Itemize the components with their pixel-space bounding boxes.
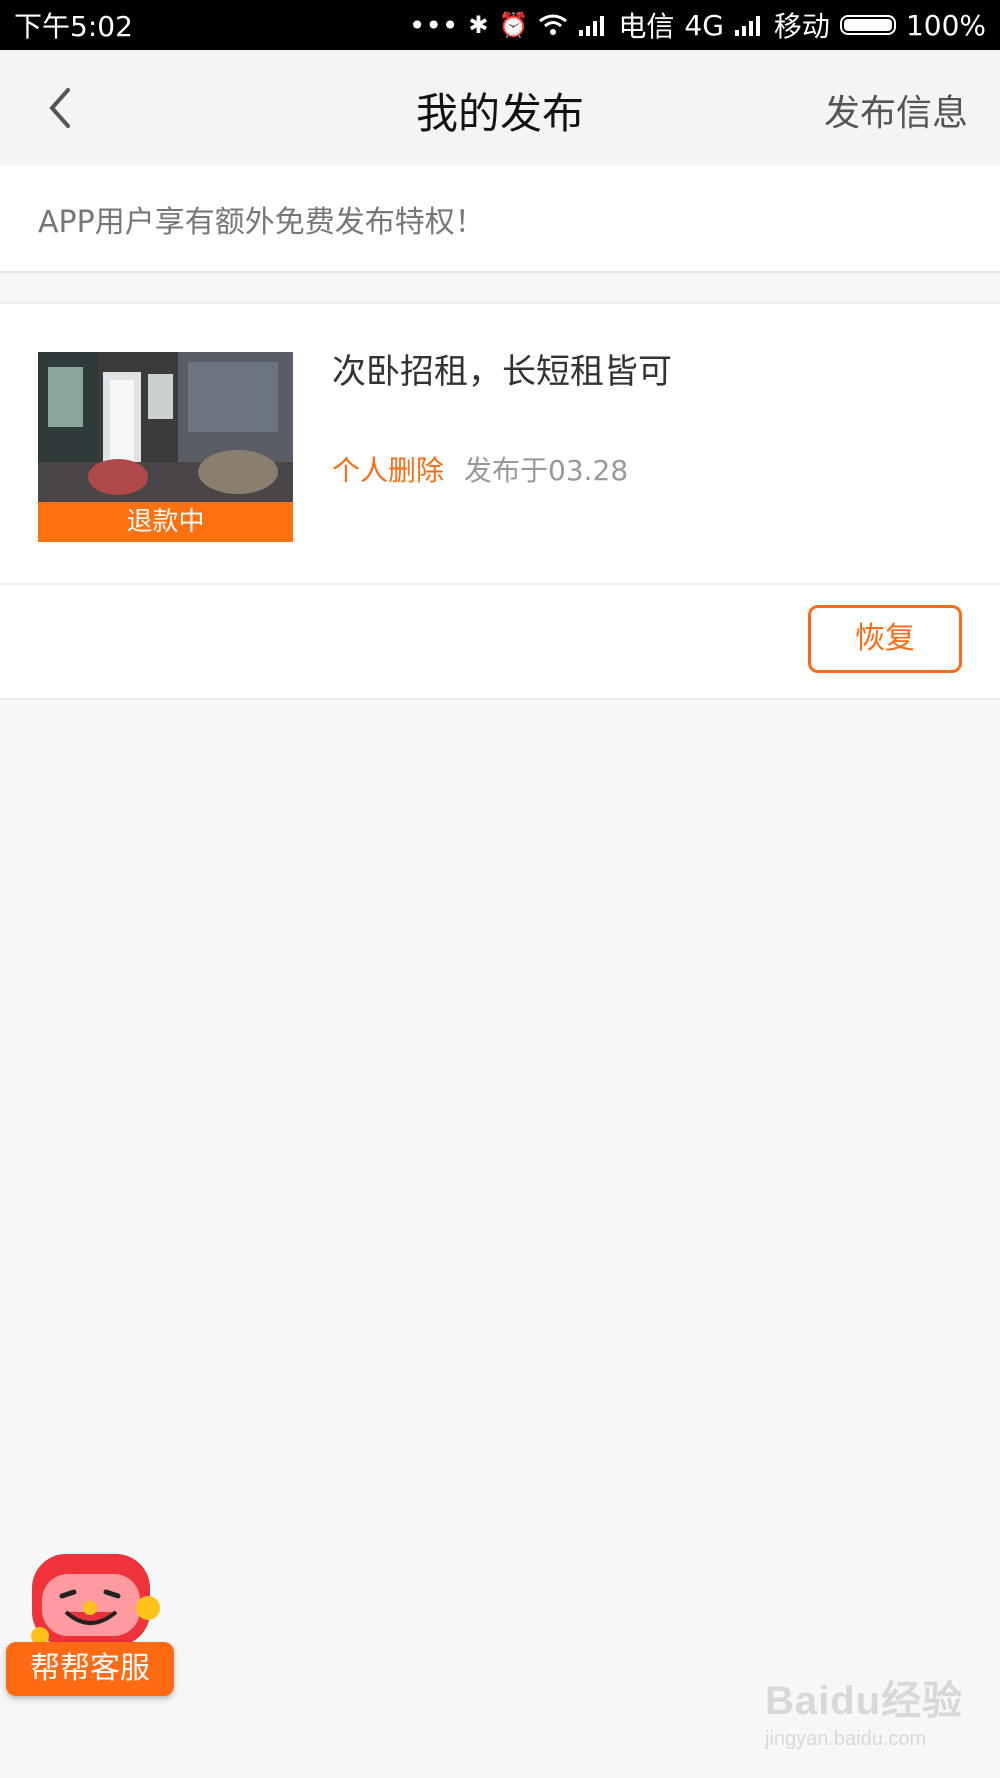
baidu-watermark: Baidu经验 jingyan.baidu.com: [765, 1668, 963, 1751]
listing-card[interactable]: 退款中 次卧招租，长短租皆可 个人删除 发布于03.28: [0, 302, 1000, 585]
battery-icon: [839, 15, 896, 35]
mascot-icon: [31, 1554, 160, 1646]
status-time: 下午5:02: [14, 10, 133, 43]
alarm-icon: ⏰: [498, 11, 529, 39]
listing-thumbnail[interactable]: 退款中: [38, 352, 293, 542]
carrier-1: 电信: [618, 10, 675, 43]
listing-actions: 恢复: [0, 585, 1000, 700]
network-type: 4G: [684, 8, 724, 42]
notice-text: APP用户享有额外免费发布特权！: [38, 205, 485, 240]
listing-status: 个人删除: [332, 454, 445, 487]
listing-date: 发布于03.28: [464, 454, 629, 487]
status-bar: 下午5:02 ••• ✱ ⏰ 电信 4G 移动 100%: [0, 0, 1000, 50]
watermark-main: Baidu经验: [765, 1679, 964, 1723]
status-dots: •••: [408, 8, 459, 42]
battery-level: 100%: [905, 8, 986, 42]
wifi-icon: [539, 14, 568, 35]
customer-service-button[interactable]: 帮帮客服: [6, 1642, 174, 1696]
carrier-2: 移动: [773, 10, 830, 43]
restore-button[interactable]: 恢复: [808, 605, 962, 673]
customer-service-widget[interactable]: 帮帮客服: [6, 1550, 176, 1700]
notice-banner: APP用户享有额外免费发布特权！: [0, 165, 1000, 273]
signal-icon: [579, 16, 605, 36]
publish-info-button[interactable]: 发布信息: [824, 84, 968, 136]
listing-photo: [38, 352, 293, 504]
bluetooth-icon: ✱: [468, 11, 489, 39]
refund-badge: 退款中: [38, 502, 293, 542]
nav-bar: 我的发布 发布信息: [0, 50, 1000, 165]
watermark-url: jingyan.baidu.com: [765, 1728, 927, 1750]
listing-title[interactable]: 次卧招租，长短租皆可: [332, 344, 672, 393]
status-icons: ••• ✱ ⏰ 电信 4G 移动 100%: [409, 5, 986, 45]
signal-icon-2: [734, 16, 760, 36]
